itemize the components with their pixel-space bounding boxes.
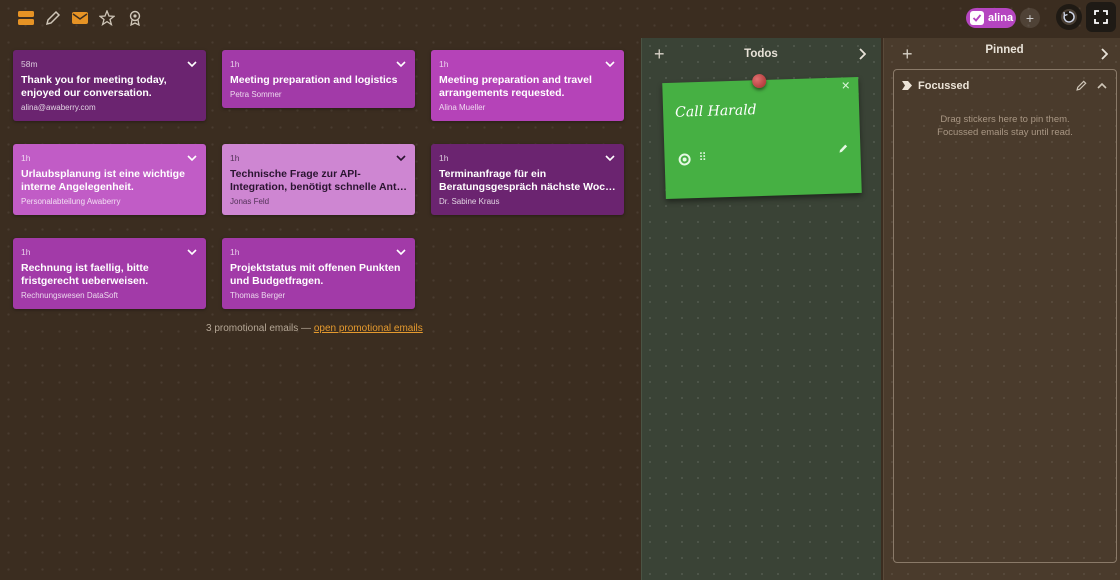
promotional-count-text: 3 promotional emails — [206, 323, 314, 334]
email-time: 1h [21, 153, 31, 163]
todos-title: Todos [744, 48, 778, 60]
email-subject: Meeting preparation and logistics [230, 74, 398, 86]
chevron-right-icon[interactable] [1100, 48, 1108, 60]
email-sender: Petra Sommer [230, 90, 282, 99]
focussed-header: Focussed [894, 70, 1116, 100]
chevron-down-icon[interactable] [396, 60, 406, 68]
chevron-up-icon[interactable] [1097, 82, 1107, 90]
chevron-down-icon[interactable] [605, 60, 615, 68]
pencil-icon[interactable] [1076, 80, 1087, 91]
email-subject: Technische Frage zur API-Integration, be… [230, 168, 407, 193]
award-icon[interactable] [125, 8, 145, 28]
email-subject: Thank you for meeting today, enjoyed our… [21, 74, 167, 99]
promotional-notice: 3 promotional emails — open promotional … [206, 323, 423, 334]
email-card[interactable]: 1h Projektstatus mit offenen Punkten und… [222, 238, 415, 309]
pencil-icon[interactable] [43, 8, 63, 28]
focussed-title: Focussed [918, 80, 970, 92]
email-sender: Jonas Feld [230, 197, 270, 206]
top-toolbar: alina + [0, 0, 1120, 36]
tag-icon [902, 81, 912, 90]
email-card[interactable]: 1h Meeting preparation and logistics Pet… [222, 50, 415, 108]
email-card[interactable]: 58m Thank you for meeting today, enjoyed… [13, 50, 206, 121]
email-sender: Personalabteilung Awaberry [21, 197, 121, 206]
email-sender: Rechnungswesen DataSoft [21, 291, 118, 300]
mail-icon[interactable] [70, 8, 90, 28]
email-time: 1h [439, 153, 449, 163]
expand-icon [1094, 10, 1108, 24]
hint-line: Drag stickers here to pin them. [940, 114, 1070, 125]
pencil-icon[interactable] [838, 143, 848, 153]
user-chip[interactable]: alina [966, 8, 1016, 28]
close-icon[interactable]: ✕ [841, 79, 851, 92]
email-time: 58m [21, 59, 38, 69]
hint-line: Focussed emails stay until read. [937, 127, 1073, 138]
complete-radio[interactable] [678, 153, 691, 166]
chevron-down-icon[interactable] [605, 154, 615, 162]
chevron-down-icon[interactable] [187, 60, 197, 68]
email-sender: Thomas Berger [230, 291, 286, 300]
pinned-title: Pinned [985, 44, 1024, 56]
chevron-down-icon[interactable] [187, 248, 197, 256]
email-card[interactable]: 1h Rechnung ist faellig, bitte fristgere… [13, 238, 206, 309]
email-time: 1h [21, 247, 31, 257]
email-time: 1h [230, 153, 240, 163]
sticky-note[interactable]: ✕ Call Harald ⠿ [662, 73, 862, 200]
email-card[interactable]: 1h Technische Frage zur API-Integration,… [222, 144, 415, 215]
fullscreen-button[interactable] [1086, 2, 1116, 32]
email-sender: Alina Mueller [439, 103, 486, 112]
stack-icon[interactable] [16, 8, 36, 28]
email-time: 1h [439, 59, 449, 69]
email-subject: Terminanfrage für ein Beratungsgespräch … [439, 168, 616, 193]
email-card[interactable]: 1h Urlaubsplanung ist eine wichtige inte… [13, 144, 206, 215]
email-sender: Dr. Sabine Kraus [439, 197, 500, 206]
email-subject: Projektstatus mit offenen Punkten und Bu… [230, 262, 401, 287]
open-promotional-link[interactable]: open promotional emails [314, 323, 423, 334]
sync-button[interactable] [1056, 4, 1082, 30]
focussed-section: Focussed Drag stickers here to pin them.… [893, 69, 1117, 563]
user-name: alina [988, 12, 1014, 24]
drag-handle-icon[interactable]: ⠿ [698, 151, 706, 164]
email-time: 1h [230, 247, 240, 257]
sticky-text: Call Harald [674, 102, 757, 121]
chevron-down-icon[interactable] [187, 154, 197, 162]
chevron-down-icon[interactable] [396, 248, 406, 256]
chevron-right-icon[interactable] [858, 48, 866, 60]
checkbox-icon [970, 11, 984, 25]
email-time: 1h [230, 59, 240, 69]
email-card[interactable]: 1h Terminanfrage für ein Beratungsgesprä… [431, 144, 624, 215]
add-user-button[interactable]: + [1020, 8, 1040, 28]
pin-icon [751, 73, 767, 89]
email-sender: alina@awaberry.com [21, 103, 96, 112]
focussed-hint: Drag stickers here to pin them. Focussed… [894, 113, 1116, 139]
star-icon[interactable] [97, 8, 117, 28]
sync-icon [1061, 9, 1077, 25]
email-subject: Urlaubsplanung ist eine wichtige interne… [21, 168, 185, 193]
email-subject: Meeting preparation and travel arrangeme… [439, 74, 592, 99]
email-subject: Rechnung ist faellig, bitte fristgerecht… [21, 262, 149, 287]
email-card[interactable]: 1h Meeting preparation and travel arrang… [431, 50, 624, 121]
chevron-down-icon[interactable] [396, 154, 406, 162]
